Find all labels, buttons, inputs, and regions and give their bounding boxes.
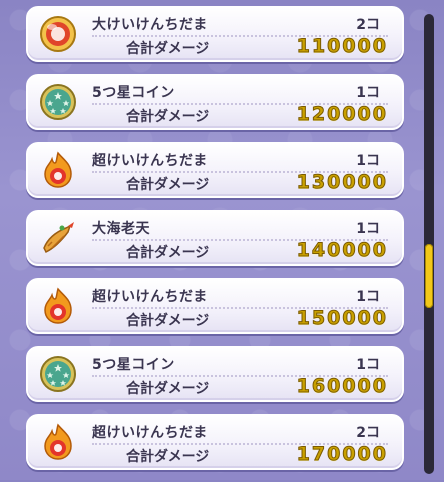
- item-name: 超けいけんちだま: [92, 153, 208, 169]
- shrimp-tempura-icon: [38, 218, 78, 258]
- item-name: 超けいけんちだま: [92, 425, 208, 441]
- damage-label: 合計ダメージ: [126, 449, 210, 465]
- item-count: 1コ: [356, 221, 380, 237]
- reward-list: 大けいけんちだま 2コ 合計ダメージ 110000 5つ星コイン 1コ 合計ダメ…: [26, 6, 404, 482]
- item-count: 1コ: [356, 85, 380, 101]
- reward-item[interactable]: 超けいけんちだま 1コ 合計ダメージ 130000: [26, 142, 404, 198]
- item-name: 大けいけんちだま: [92, 17, 208, 33]
- item-count: 1コ: [356, 153, 380, 169]
- super-exp-orb-icon: [38, 422, 78, 462]
- item-count: 2コ: [356, 425, 380, 441]
- damage-label: 合計ダメージ: [126, 177, 210, 193]
- damage-value: 170000: [296, 443, 388, 466]
- damage-label: 合計ダメージ: [126, 245, 210, 261]
- super-exp-orb-icon: [38, 286, 78, 326]
- item-name: 5つ星コイン: [92, 85, 175, 101]
- damage-label: 合計ダメージ: [126, 313, 210, 329]
- item-name: 超けいけんちだま: [92, 289, 208, 305]
- reward-item[interactable]: 超けいけんちだま 2コ 合計ダメージ 170000: [26, 414, 404, 470]
- item-count: 1コ: [356, 289, 380, 305]
- reward-item[interactable]: 超けいけんちだま 1コ 合計ダメージ 150000: [26, 278, 404, 334]
- damage-value: 140000: [296, 239, 388, 262]
- damage-value: 160000: [296, 375, 388, 398]
- red-exp-orb-icon: [38, 14, 78, 54]
- item-count: 2コ: [356, 17, 380, 33]
- damage-label: 合計ダメージ: [126, 109, 210, 125]
- reward-item[interactable]: 大海老天 1コ 合計ダメージ 140000: [26, 210, 404, 266]
- item-count: 1コ: [356, 357, 380, 373]
- item-name: 5つ星コイン: [92, 357, 175, 373]
- scrollbar-track[interactable]: [424, 14, 434, 474]
- damage-value: 150000: [296, 307, 388, 330]
- super-exp-orb-icon: [38, 150, 78, 190]
- damage-value: 110000: [296, 35, 388, 58]
- five-star-coin-icon: [38, 82, 78, 122]
- scrollbar-thumb[interactable]: [425, 244, 433, 308]
- reward-item[interactable]: 5つ星コイン 1コ 合計ダメージ 160000: [26, 346, 404, 402]
- damage-label: 合計ダメージ: [126, 381, 210, 397]
- five-star-coin-icon: [38, 354, 78, 394]
- reward-item[interactable]: 大けいけんちだま 2コ 合計ダメージ 110000: [26, 6, 404, 62]
- damage-value: 130000: [296, 171, 388, 194]
- reward-item[interactable]: 5つ星コイン 1コ 合計ダメージ 120000: [26, 74, 404, 130]
- damage-label: 合計ダメージ: [126, 41, 210, 57]
- damage-value: 120000: [296, 103, 388, 126]
- item-name: 大海老天: [92, 221, 150, 237]
